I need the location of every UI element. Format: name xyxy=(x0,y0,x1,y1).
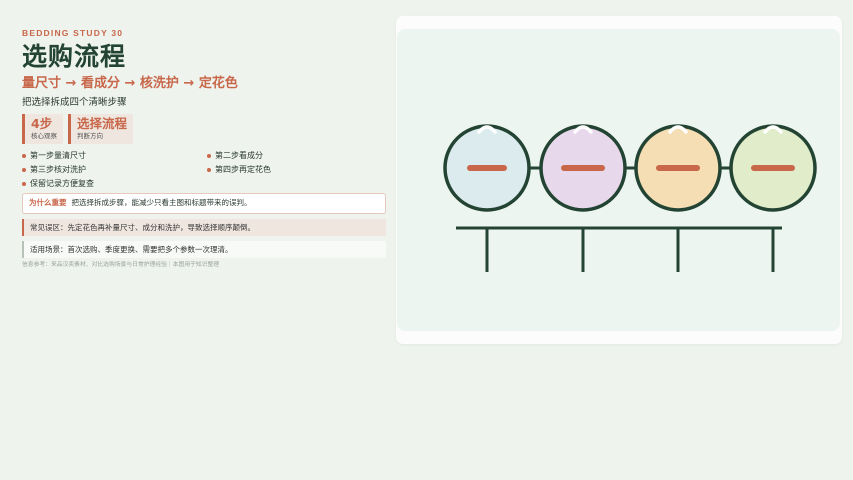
stat-label: 判断方向 xyxy=(77,132,103,140)
list-item: 第二步看成分 xyxy=(207,149,386,162)
step-text: 第三步核对洗护 xyxy=(30,165,86,174)
bullet-icon xyxy=(207,167,211,172)
step-text: 第二步看成分 xyxy=(215,151,263,160)
step-circle-3 xyxy=(634,124,722,212)
content-column: BEDDING STUDY 30 选购流程 量尺寸 → 看成分 → 核洗护 → … xyxy=(22,26,386,269)
bullet-icon xyxy=(207,153,211,158)
list-item: 第四步再定花色 xyxy=(207,163,386,176)
step-text: 保留记录方便复查 xyxy=(30,179,94,188)
page-subtitle: 量尺寸 → 看成分 → 核洗护 → 定花色 xyxy=(22,76,238,91)
why-callout: 为什么重要 把选择拆成步骤，能减少只看主图和标题带来的误判。 xyxy=(22,193,386,214)
step-list: 第一步量清尺寸 第二步看成分 第三步核对洗护 第四步再定花色 保留记录方便复查 xyxy=(22,149,386,190)
step-text: 第一步量清尺寸 xyxy=(30,151,86,160)
stat-value: 4步 xyxy=(31,116,53,131)
stat-card: 4步 核心观察 xyxy=(22,114,63,144)
step-text: 第四步再定花色 xyxy=(215,165,271,174)
page-description: 把选择拆成四个清晰步骤 xyxy=(22,97,127,108)
scenario-note: 适用场景：首次选购、季度更换、需要把多个参数一次理清。 xyxy=(22,241,386,258)
bullet-icon xyxy=(22,167,26,172)
stat-value: 选择流程 xyxy=(77,116,128,131)
bullet-icon xyxy=(22,153,26,158)
why-label: 为什么重要 xyxy=(29,198,67,207)
mistake-note: 常见误区：先定花色再补量尺寸、成分和洗护，导致选择顺序颠倒。 xyxy=(22,219,386,236)
why-text: 把选择拆成步骤，能减少只看主图和标题带来的误判。 xyxy=(71,198,252,207)
page-title: 选购流程 xyxy=(22,42,127,71)
list-item: 第三步核对洗护 xyxy=(22,163,207,176)
reference-note: 信息参考：来品汉卖素材、对比选购场景与日常护理经验｜本图用于知识整理 xyxy=(22,262,220,268)
stat-cards: 4步 核心观察 选择流程 判断方向 xyxy=(22,114,386,144)
bullet-icon xyxy=(22,181,26,186)
step-circle-2 xyxy=(539,124,627,212)
illustration-panel xyxy=(396,16,842,344)
kicker-label: BEDDING STUDY 30 xyxy=(22,28,124,38)
illustration-area xyxy=(397,29,840,331)
list-item: 第一步量清尺寸 xyxy=(22,149,207,162)
step-circle-1 xyxy=(443,124,531,212)
clothes-rack-illustration xyxy=(443,124,817,272)
stat-card: 选择流程 判断方向 xyxy=(68,114,134,144)
stat-label: 核心观察 xyxy=(31,132,57,140)
list-item: 保留记录方便复查 xyxy=(22,177,207,190)
step-circle-4 xyxy=(729,124,817,212)
